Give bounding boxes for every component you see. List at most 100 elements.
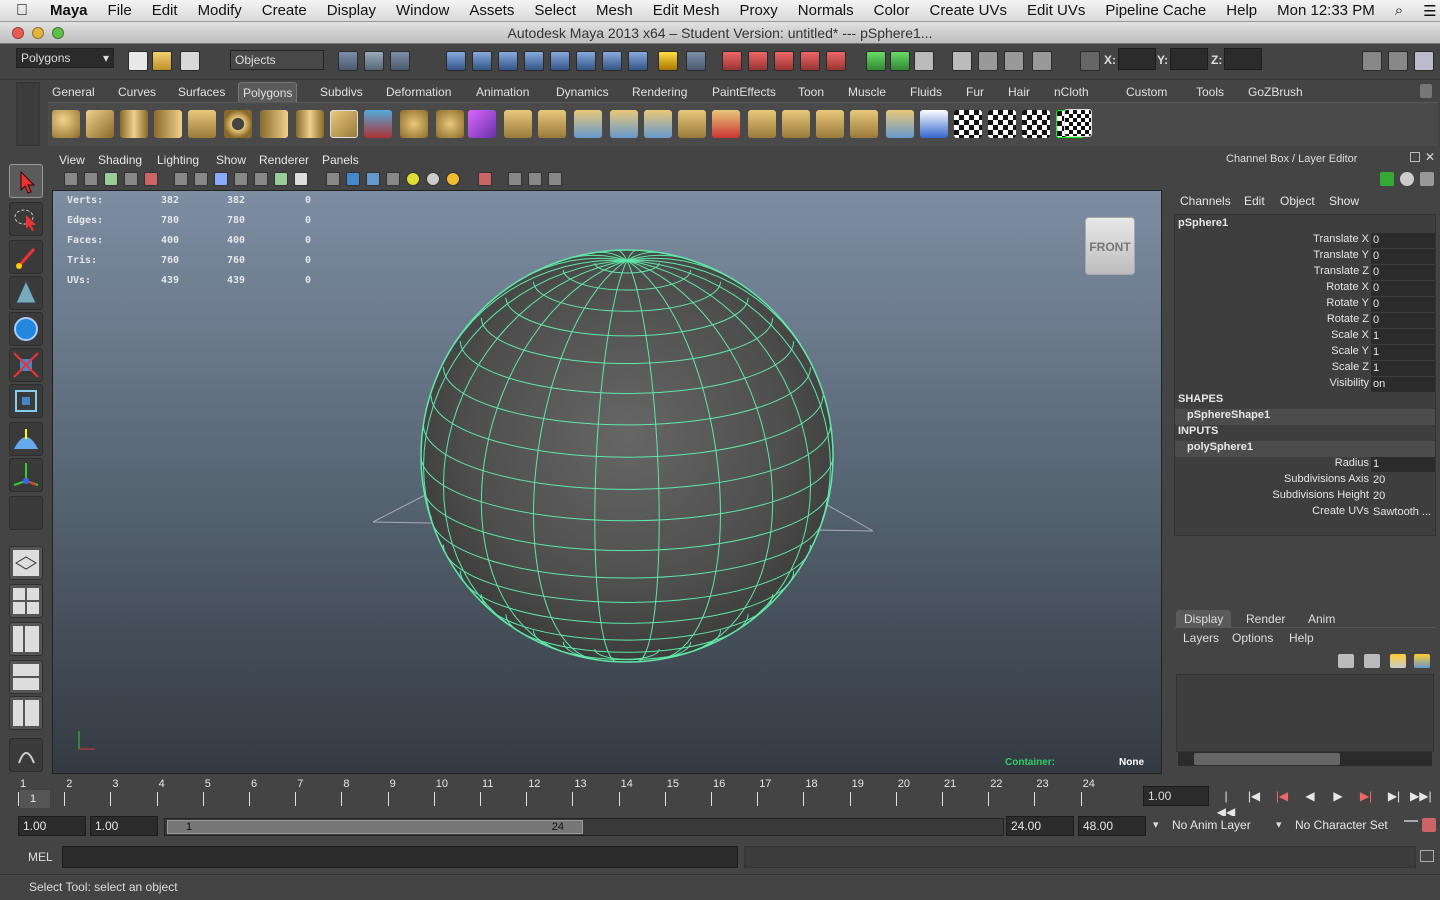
attr-value[interactable]: 0	[1371, 233, 1435, 248]
safe-action-icon[interactable]	[274, 172, 288, 186]
layer-list[interactable]	[1176, 674, 1434, 752]
attr-value[interactable]: 1	[1371, 361, 1435, 376]
ipr-render-icon[interactable]	[978, 51, 998, 71]
select-hierarchy-icon[interactable]	[338, 51, 358, 71]
lasso-tool-icon[interactable]	[9, 202, 43, 236]
transform-mode-icon[interactable]	[1080, 51, 1100, 71]
poly-cube-icon[interactable]	[86, 110, 114, 138]
animation-end-field[interactable]: 48.00	[1078, 816, 1146, 836]
preferences-icon[interactable]	[1422, 818, 1436, 832]
object-menu[interactable]: Object	[1280, 194, 1315, 208]
spotlight-search-icon[interactable]: ⌕	[1385, 2, 1413, 19]
poly-cone-icon[interactable]	[154, 110, 182, 138]
render-settings-icon[interactable]	[1004, 51, 1024, 71]
show-manipulator-icon[interactable]	[9, 458, 43, 492]
panel-menu-panels[interactable]: Panels	[322, 153, 359, 167]
z-field[interactable]	[1224, 48, 1262, 70]
attr-value[interactable]: 0	[1371, 265, 1435, 280]
xray-icon[interactable]	[508, 172, 522, 186]
open-scene-icon[interactable]	[152, 51, 172, 71]
tab-custom[interactable]: Custom	[1122, 82, 1171, 102]
close-window-button[interactable]	[12, 27, 24, 39]
attr-value[interactable]: 0	[1371, 313, 1435, 328]
construction-history-icon[interactable]	[722, 51, 742, 71]
range-slider-handle[interactable]: 1 24	[167, 820, 583, 834]
cylindrical-mapping-icon[interactable]	[988, 110, 1016, 138]
trash-icon[interactable]	[1420, 84, 1432, 98]
y-field[interactable]	[1170, 48, 1208, 70]
snap-grid-icon[interactable]	[446, 51, 466, 71]
snap-surface-icon[interactable]	[550, 51, 570, 71]
outliner-layout-icon[interactable]	[9, 622, 43, 656]
current-time-field[interactable]: 1.00	[1143, 786, 1209, 806]
attr-visibility[interactable]: Visibility on	[1175, 377, 1435, 393]
step-forward-frame-button[interactable]: ▶|	[1384, 788, 1404, 804]
playback-start-field[interactable]: 1.00	[90, 816, 158, 836]
render-view-icon[interactable]	[952, 51, 972, 71]
append-polygon-icon[interactable]	[574, 110, 602, 138]
attr-subdivisions-axis[interactable]: Subdivisions Axis 20	[1175, 473, 1435, 489]
resolution-gate-icon[interactable]	[214, 172, 228, 186]
tab-polygons[interactable]: Polygons	[238, 82, 298, 102]
apple-menu-icon[interactable]: 	[0, 2, 40, 20]
separate-icon[interactable]	[400, 110, 428, 138]
step-back-frame-button[interactable]: |◀	[1244, 788, 1264, 804]
help-query-icon[interactable]	[628, 51, 648, 71]
chevron-down-icon[interactable]: ▾	[1153, 818, 1159, 831]
tab-surfaces[interactable]: Surfaces	[174, 82, 229, 102]
last-tool-slot[interactable]	[9, 496, 43, 530]
chevron-down-icon[interactable]: ▾	[1276, 818, 1282, 831]
scale-tool-icon[interactable]	[9, 348, 43, 382]
zoom-window-button[interactable]	[52, 27, 64, 39]
attr-value[interactable]: 1	[1371, 329, 1435, 344]
tab-hair[interactable]: Hair	[1004, 82, 1034, 102]
new-layer-selected-icon[interactable]	[1364, 654, 1380, 668]
live-surface-icon[interactable]	[602, 51, 622, 71]
time-slider[interactable]: 1 2 3 4 5 6 7 8 9 10 11 12 13 14 15 16 17 18 19 20 21 22 23 24 1	[18, 778, 1138, 808]
tab-fluids[interactable]: Fluids	[906, 82, 946, 102]
menu-normals[interactable]: Normals	[788, 2, 864, 19]
camera-select-icon[interactable]	[64, 172, 78, 186]
step-forward-key-button[interactable]: ▶|	[1356, 788, 1376, 804]
shadows-icon[interactable]	[426, 172, 440, 186]
tab-rendering[interactable]: Rendering	[628, 82, 691, 102]
step-back-key-button[interactable]: |◀	[1272, 788, 1292, 804]
snap-point-icon[interactable]	[498, 51, 518, 71]
bevel-icon[interactable]	[712, 110, 740, 138]
duplicate-face-icon[interactable]	[886, 110, 914, 138]
edit-menu[interactable]: Edit	[1244, 194, 1265, 208]
snap-align-icon[interactable]	[800, 51, 820, 71]
play-forward-button[interactable]: ▶	[1328, 788, 1348, 804]
tab-muscle[interactable]: Muscle	[844, 82, 890, 102]
tab-render[interactable]: Render	[1238, 610, 1293, 628]
wedge-icon[interactable]	[816, 110, 844, 138]
bridge-icon[interactable]	[538, 110, 566, 138]
poly-pyramid-icon[interactable]	[260, 110, 288, 138]
manipulator-icon[interactable]	[1380, 172, 1394, 186]
menu-display[interactable]: Display	[317, 2, 386, 19]
insert-edge-loop-icon[interactable]	[644, 110, 672, 138]
range-slider-track[interactable]: 1 24	[164, 818, 1004, 836]
rotate-tool-icon[interactable]	[9, 312, 43, 346]
snap-magnet-icon[interactable]	[826, 51, 846, 71]
snap-plane-icon[interactable]	[524, 51, 544, 71]
character-set-dropdown[interactable]: No Character Set	[1291, 816, 1403, 836]
attr-value[interactable]: 20	[1371, 489, 1435, 504]
select-tool-icon[interactable]	[9, 164, 43, 198]
platonic-solid-icon[interactable]	[330, 110, 358, 138]
tab-dynamics[interactable]: Dynamics	[552, 82, 613, 102]
layer-scrollbar[interactable]	[1178, 752, 1432, 766]
image-plane-icon[interactable]	[124, 172, 138, 186]
layer-scroll-thumb[interactable]	[1194, 753, 1340, 765]
snap-together-icon[interactable]	[774, 51, 794, 71]
shelf-menu-button[interactable]	[16, 82, 40, 146]
attr-translate-z[interactable]: Translate Z0	[1175, 265, 1435, 281]
attr-value[interactable]: 0	[1371, 297, 1435, 312]
menu-edit-mesh[interactable]: Edit Mesh	[643, 2, 730, 19]
attr-translate-y[interactable]: Translate Y0	[1175, 249, 1435, 265]
attr-value[interactable]: 0	[1371, 249, 1435, 264]
default-lighting-icon[interactable]	[406, 172, 420, 186]
history-icon[interactable]	[686, 51, 706, 71]
tab-animation[interactable]: Animation	[472, 82, 533, 102]
tab-display[interactable]: Display	[1176, 610, 1232, 628]
